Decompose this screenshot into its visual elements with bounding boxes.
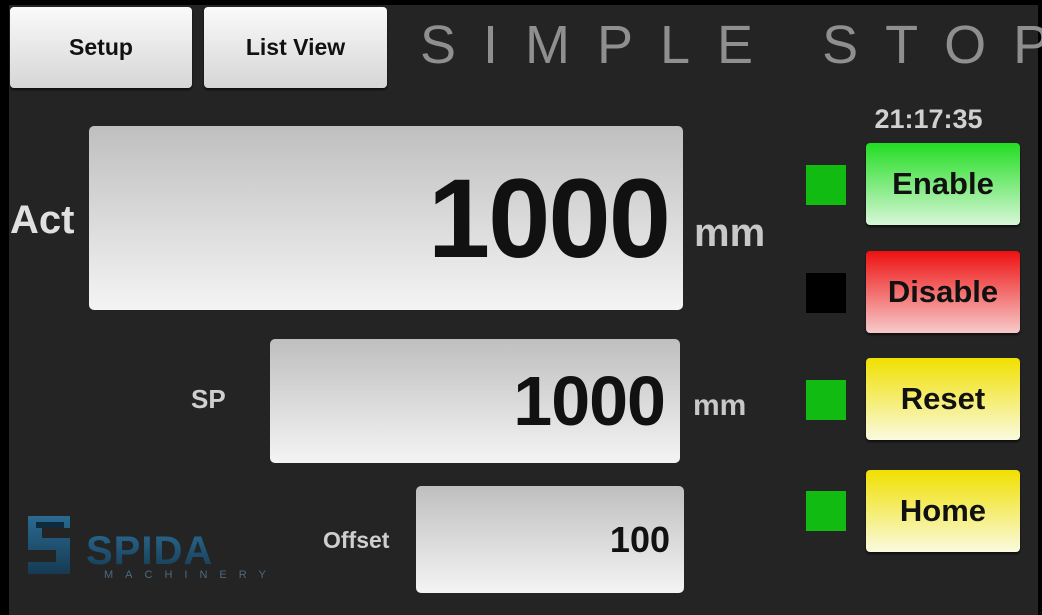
sp-label: SP [191,384,226,414]
act-unit: mm [694,211,766,255]
sp-value-field[interactable]: 1000 [270,339,680,463]
home-button[interactable]: Home [866,470,1020,552]
bezel-left [0,0,9,615]
disable-status-indicator [806,273,846,313]
sp-unit: mm [693,389,747,422]
enable-status-indicator [806,165,846,205]
logo-subtitle: MACHINERY [104,569,278,581]
enable-button[interactable]: Enable [866,143,1020,225]
logo-wordmark: SPIDA [86,529,213,573]
reset-status-indicator [806,380,846,420]
spida-logo-icon: SPIDA MACHINERY [28,516,278,581]
setup-button[interactable]: Setup [10,7,192,88]
offset-label: Offset [323,527,390,553]
disable-button[interactable]: Disable [866,251,1020,333]
act-label: Act [10,198,75,242]
offset-value-field[interactable]: 100 [416,486,684,593]
home-status-indicator [806,491,846,531]
page-title: SIMPLE STOP [420,15,1042,75]
bezel-top [0,0,1042,5]
spida-logo: SPIDA MACHINERY [24,514,296,582]
clock-display: 21:17:35 [874,104,983,134]
list-view-button[interactable]: List View [204,7,387,88]
act-value-display: 1000 [89,126,683,310]
bezel-right [1038,0,1042,615]
reset-button[interactable]: Reset [866,358,1020,440]
